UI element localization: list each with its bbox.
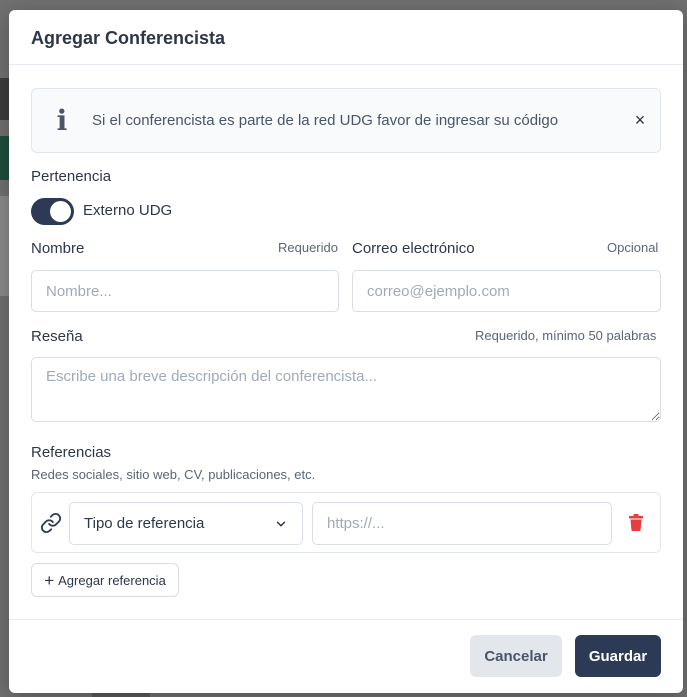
resena-textarea[interactable] [31, 357, 661, 422]
dialog-footer: Cancelar Guardar [9, 619, 683, 693]
toggle-label: Externo UDG [83, 202, 173, 219]
correo-input[interactable] [352, 270, 661, 312]
alert-message: Si el conferencista es parte de la red U… [92, 112, 559, 129]
reference-type-value: Tipo de referencia [84, 515, 205, 532]
dialog-title: Agregar Conferencista [31, 28, 226, 48]
chevron-down-icon [276, 521, 286, 526]
add-reference-button[interactable]: + Agregar referencia [31, 563, 179, 597]
referencias-subtitle: Redes sociales, sitio web, CV, publicaci… [31, 467, 316, 482]
dialog-header: Agregar Conferencista [9, 10, 683, 65]
correo-label: Correo electrónico [352, 240, 475, 257]
save-button[interactable]: Guardar [575, 635, 661, 677]
close-icon[interactable]: × [620, 110, 660, 131]
externo-udg-toggle[interactable] [31, 198, 74, 225]
reference-url-input[interactable] [312, 502, 612, 545]
resena-label: Reseña [31, 328, 83, 345]
referencias-label: Referencias [31, 444, 112, 461]
info-alert: i Si el conferencista es parte de la red… [31, 88, 661, 153]
info-icon: i [56, 104, 68, 137]
cancel-button[interactable]: Cancelar [470, 635, 562, 677]
trash-icon[interactable] [628, 514, 644, 531]
nombre-required-hint: Requerido [278, 240, 338, 255]
plus-icon: + [44, 570, 55, 590]
add-reference-label: Agregar referencia [58, 572, 166, 588]
reference-row: Tipo de referencia [31, 492, 661, 553]
reference-type-select[interactable]: Tipo de referencia [69, 502, 303, 545]
link-icon [40, 512, 62, 534]
nombre-input[interactable] [31, 270, 339, 312]
pertenencia-label: Pertenencia [31, 168, 112, 185]
correo-optional-hint: Opcional [607, 240, 659, 255]
add-speaker-dialog: Agregar Conferencista i Si el conferenci… [9, 10, 683, 693]
nombre-label: Nombre [31, 240, 85, 257]
resena-required-hint: Requerido, mínimo 50 palabras [475, 328, 657, 343]
toggle-knob [50, 201, 71, 222]
